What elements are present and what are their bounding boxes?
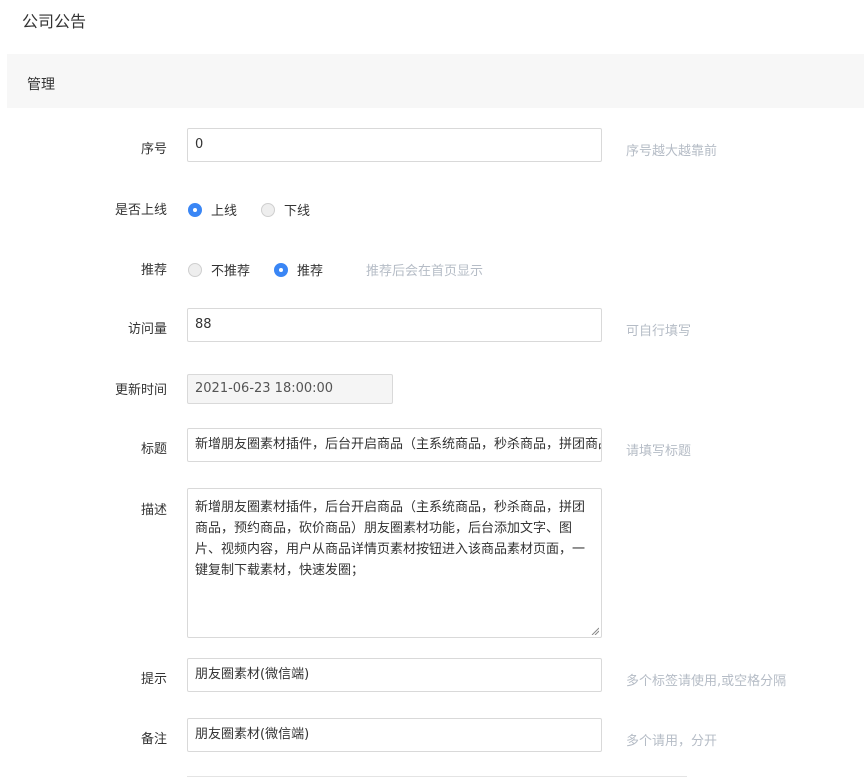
recommend-radio-no[interactable]: 不推荐 [188, 260, 250, 279]
online-radio-on[interactable]: 上线 [188, 200, 237, 219]
remark-row: 备注 朋友圈素材(微信端) 多个请用，分开 [0, 718, 864, 752]
radio-checked-icon [274, 262, 288, 277]
recommend-option-yes-label: 推荐 [297, 264, 324, 279]
title-label: 标题 [140, 442, 167, 457]
recommend-row: 推荐 不推荐 推荐 推荐后会在首页显示 [0, 258, 864, 279]
views-hint: 可自行填写 [626, 324, 692, 339]
views-label: 访问量 [127, 322, 167, 337]
section-header: 管理 [7, 54, 864, 108]
views-input[interactable]: 88 [187, 308, 602, 342]
description-row: 描述 新增朋友圈素材插件，后台开启商品（主系统商品，秒杀商品，拼团商品，预约商品… [0, 488, 864, 638]
tips-label: 提示 [140, 672, 167, 687]
radio-checked-icon [188, 202, 202, 217]
recommend-option-no-label: 不推荐 [211, 264, 251, 279]
recommend-label: 推荐 [140, 263, 167, 278]
order-label: 序号 [140, 142, 167, 157]
online-label: 是否上线 [114, 203, 167, 218]
updated-label: 更新时间 [114, 383, 167, 398]
description-textarea[interactable]: 新增朋友圈素材插件，后台开启商品（主系统商品，秒杀商品，拼团商品，预约商品，砍价… [187, 488, 602, 638]
next-field-edge [187, 776, 687, 777]
views-row: 访问量 88 可自行填写 [0, 308, 864, 342]
order-hint: 序号越大越靠前 [626, 144, 718, 159]
remark-label: 备注 [140, 732, 167, 747]
title-hint: 请填写标题 [626, 444, 692, 459]
online-row: 是否上线 上线 下线 [0, 198, 864, 219]
online-radio-off[interactable]: 下线 [261, 200, 310, 219]
description-label: 描述 [140, 503, 167, 518]
tips-hint: 多个标签请使用,或空格分隔 [626, 674, 787, 689]
section-title: 管理 [27, 77, 55, 93]
remark-hint: 多个请用，分开 [626, 734, 718, 749]
title-row: 标题 新增朋友圈素材插件，后台开启商品（主系统商品，秒杀商品，拼团商品，预约商品… [0, 428, 864, 462]
resize-grip-icon[interactable] [591, 627, 599, 635]
online-option-off-label: 下线 [284, 204, 311, 219]
tips-input[interactable]: 朋友圈素材(微信端) [187, 658, 602, 692]
recommend-radio-yes[interactable]: 推荐 [274, 260, 323, 279]
order-row: 序号 0 序号越大越靠前 [0, 128, 864, 162]
updated-time-input[interactable]: 2021-06-23 18:00:00 [187, 374, 393, 404]
title-input[interactable]: 新增朋友圈素材插件，后台开启商品（主系统商品，秒杀商品，拼团商品，预约商品，砍价… [187, 428, 602, 462]
recommend-hint: 推荐后会在首页显示 [366, 264, 484, 279]
order-input[interactable]: 0 [187, 128, 602, 162]
description-text: 新增朋友圈素材插件，后台开启商品（主系统商品，秒杀商品，拼团商品，预约商品，砍价… [195, 500, 586, 578]
remark-input[interactable]: 朋友圈素材(微信端) [187, 718, 602, 752]
tips-row: 提示 朋友圈素材(微信端) 多个标签请使用,或空格分隔 [0, 658, 864, 692]
page-title: 公司公告 [22, 12, 87, 31]
radio-unchecked-icon [188, 262, 202, 277]
online-option-on-label: 上线 [211, 204, 238, 219]
radio-unchecked-icon [261, 202, 275, 217]
updated-row: 更新时间 2021-06-23 18:00:00 [0, 374, 864, 404]
